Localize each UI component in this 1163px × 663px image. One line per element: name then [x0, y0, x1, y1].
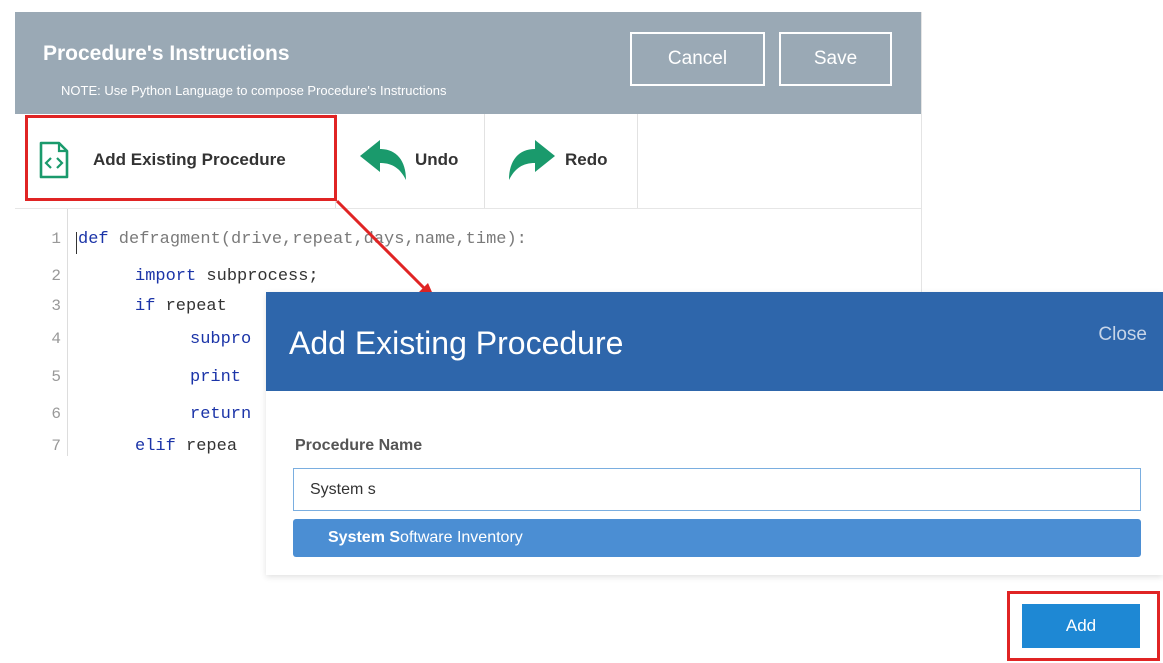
undo-label: Undo [415, 150, 459, 169]
dialog-title: Add Existing Procedure [289, 325, 624, 361]
code-line: elif repea [135, 437, 237, 456]
code-line: print [190, 368, 241, 387]
dialog-header: Add Existing Procedure Close [266, 292, 1163, 391]
code-keyword: if [135, 297, 156, 316]
editor-title: Procedure's Instructions [43, 42, 290, 65]
redo-arrow-icon [509, 140, 555, 180]
add-button[interactable]: Add [1022, 604, 1140, 648]
code-keyword: import [135, 267, 197, 286]
code-line: def defragment(drive,repeat,days,name,ti… [78, 230, 527, 249]
redo-button[interactable]: Redo [485, 114, 637, 208]
code-text: repeat [155, 297, 227, 316]
add-existing-procedure-label: Add Existing Procedure [93, 150, 286, 169]
code-keyword: return [190, 405, 252, 424]
code-line: subpro [190, 330, 251, 349]
add-existing-procedure-dialog: Add Existing Procedure Close Procedure N… [266, 292, 1163, 575]
autocomplete-suggestion[interactable]: System Software Inventory [293, 519, 1141, 557]
suggestion-rest: oftware Inventory [400, 529, 523, 546]
code-line: import subprocess; [135, 267, 319, 286]
add-existing-procedure-button[interactable]: Add Existing Procedure [15, 114, 335, 208]
suggestion-label: System Software Inventory [328, 529, 523, 547]
toolbar-divider [637, 114, 638, 208]
line-number: 2 [51, 267, 61, 285]
code-keyword: elif [135, 437, 176, 456]
line-number-gutter: 1 2 3 4 5 6 7 [15, 209, 68, 456]
cancel-button[interactable]: Cancel [630, 32, 765, 86]
code-text: defragment(drive,repeat,days,name,time): [108, 230, 527, 249]
line-number: 6 [51, 405, 61, 423]
line-number: 5 [51, 368, 61, 386]
code-text: subpro [190, 330, 252, 349]
undo-button[interactable]: Undo [336, 114, 484, 208]
code-keyword: print [190, 368, 242, 387]
redo-label: Redo [565, 150, 608, 169]
undo-arrow-icon [360, 140, 406, 180]
suggestion-match: System S [328, 529, 401, 546]
editor-header: Procedure's Instructions NOTE: Use Pytho… [15, 12, 921, 114]
line-number: 4 [51, 330, 61, 348]
procedure-name-label: Procedure Name [295, 437, 423, 454]
editor-toolbar: Add Existing Procedure Undo Redo [15, 114, 921, 209]
code-text: repea [175, 437, 238, 456]
line-number: 1 [51, 230, 61, 248]
code-line: return [190, 405, 251, 424]
editor-note: NOTE: Use Python Language to compose Pro… [61, 83, 447, 98]
code-text: subprocess; [196, 267, 319, 286]
procedure-name-input[interactable] [293, 468, 1141, 511]
code-keyword: def [78, 230, 109, 249]
text-cursor [76, 232, 77, 254]
code-file-icon [39, 141, 69, 179]
save-button[interactable]: Save [779, 32, 892, 86]
line-number: 7 [51, 437, 61, 455]
line-number: 3 [51, 297, 61, 315]
code-line: if repeat [135, 297, 227, 316]
close-button[interactable]: Close [1098, 324, 1147, 346]
